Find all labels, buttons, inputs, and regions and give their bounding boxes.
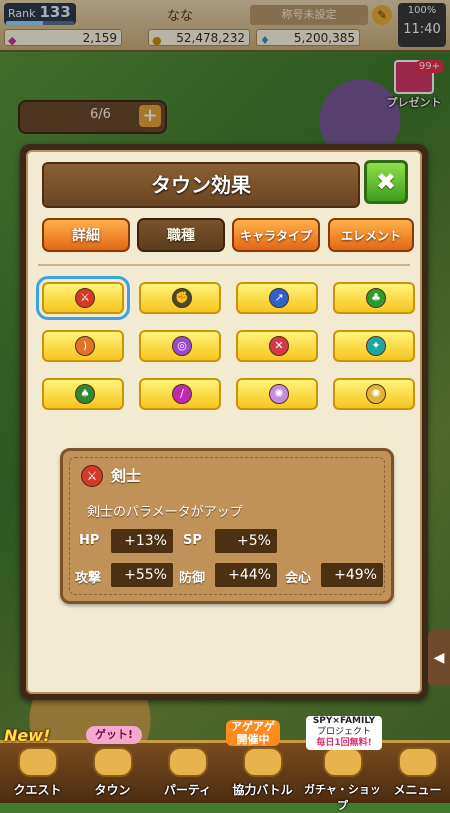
tab-character-type[interactable]: キャラタイプ [232,218,320,252]
coop-battle-icon [242,747,283,777]
shield-icon: ♠ [75,384,95,404]
ageage-banner[interactable]: アゲアゲ 開催中 [226,720,280,746]
dialog-title: タウン効果 [42,162,360,208]
divider [38,264,410,266]
tab-job[interactable]: 職種 [137,218,225,252]
hp-label: HP [79,533,100,548]
tab-bar: 詳細 職種 キャラタイプ エレメント [42,218,414,254]
nav-party[interactable]: パーティ [150,747,225,799]
town-icon [92,747,133,777]
menu-icon [397,747,438,777]
wand-icon: / [172,384,192,404]
nav-label: パーティ [163,783,212,797]
town-effect-dialog: タウン効果 ✖ 詳細 職種 キャラタイプ エレメント ⚔ ✊ ↗ ♣) ◎ ✕ ✦ ♠ / ✺ ✺ … [20,144,428,700]
fist-icon: ✊ [172,288,192,308]
close-button[interactable]: ✖ [364,160,408,204]
spear-icon: ↗ [269,288,289,308]
dagger-icon: ✕ [269,336,289,356]
magic-circle-icon: ✺ [269,384,289,404]
nav-label: ガチャ・ショップ [304,783,381,812]
critical-label: 会心 [285,571,312,586]
job-filter-button[interactable]: ✦ [333,330,415,362]
gold-circle-icon: ✺ [366,384,386,404]
staff-icon: ◎ [172,336,192,356]
dialog-body: タウン効果 ✖ 詳細 職種 キャラタイプ エレメント ⚔ ✊ ↗ ♣) ◎ ✕ ✦ ♠ / ✺ ✺ … [26,150,422,694]
attack-value: +55% [111,563,173,587]
attack-label: 攻撃 [75,571,102,586]
nav-gacha-shop[interactable]: ガチャ・ショップ [300,747,385,812]
nav-label: メニュー [393,783,442,797]
job-effect-card: ⚔ 剣士 剣士のパラメータがアップ HP +13% SP +5% 攻撃 +55%… [60,448,394,604]
job-filter-button[interactable]: / [139,378,221,410]
tab-element[interactable]: エレメント [328,218,414,252]
nav-coop-battle[interactable]: 協力バトル [225,747,300,799]
job-filter-button[interactable]: ✕ [236,330,318,362]
nav-label: クエスト [13,783,62,797]
ageage-line1: アゲアゲ [231,720,275,733]
job-filter-button[interactable]: ) [42,330,124,362]
defense-label: 防御 [179,571,206,586]
gacha-icon [322,747,363,777]
nav-label: 協力バトル [232,783,293,797]
axe-icon: ♣ [366,288,386,308]
job-description: 剣士のパラメータがアップ [87,505,243,520]
job-filter-button[interactable]: ✊ [139,282,221,314]
spy-line1: プロジェクト [316,727,371,737]
defense-value: +44% [215,563,277,587]
spy-title: SPY×FAMILY [312,716,376,726]
critical-value: +49% [321,563,383,587]
spy-line2: 毎日1回無料! [316,738,372,748]
sword-icon: ⚔ [75,288,95,308]
job-filter-button[interactable]: ♠ [42,378,124,410]
quest-icon [17,747,58,777]
ageage-line2: 開催中 [236,733,270,746]
bottom-navigation: クエスト タウン パーティ 協力バトル ガチャ・ショップ メニュー [0,740,450,812]
job-filter-button[interactable]: ◎ [139,330,221,362]
bow-icon: ) [75,336,95,356]
job-filter-button[interactable]: ⚔ [36,276,130,320]
nav-quest[interactable]: クエスト [0,747,75,799]
hp-value: +13% [111,529,173,553]
job-name: 剣士 [111,467,142,485]
job-filter-button[interactable]: ↗ [236,282,318,314]
sword-icon: ⚔ [81,465,103,487]
get-tag: ゲット! [86,726,142,744]
sp-label: SP [183,533,202,548]
gun-icon: ✦ [366,336,386,356]
side-expand-arrow-icon[interactable]: ◀ [428,630,450,686]
nav-label: タウン [94,783,131,797]
nav-menu[interactable]: メニュー [385,747,450,799]
tab-details[interactable]: 詳細 [42,218,130,252]
nav-town[interactable]: タウン [75,747,150,799]
sp-value: +5% [215,529,277,553]
job-filter-button[interactable]: ✺ [333,378,415,410]
job-filter-button[interactable]: ✺ [236,378,318,410]
new-tag: New! [4,726,51,745]
job-icon-grid: ⚔ ✊ ↗ ♣) ◎ ✕ ✦ ♠ / ✺ ✺ [36,276,416,422]
spy-family-banner[interactable]: SPY×FAMILY プロジェクト 毎日1回無料! [306,716,382,750]
party-icon [167,747,208,777]
job-filter-button[interactable]: ♣ [333,282,415,314]
